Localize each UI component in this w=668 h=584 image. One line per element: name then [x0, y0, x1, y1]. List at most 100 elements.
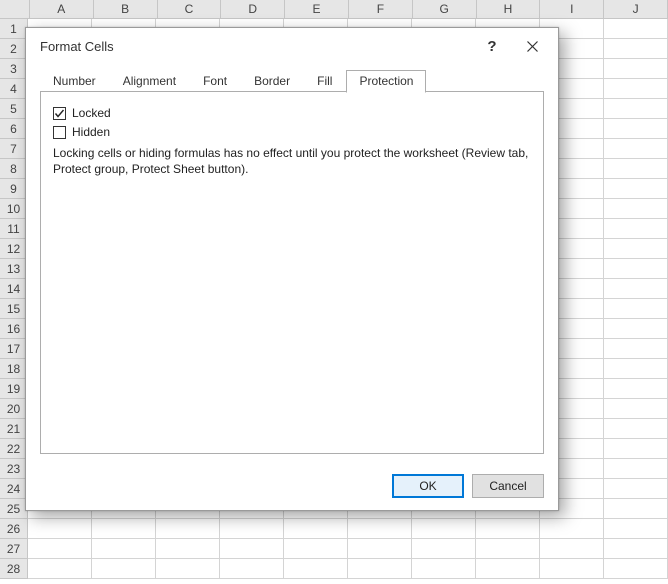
col-header[interactable]: A	[30, 0, 94, 18]
cell[interactable]	[92, 559, 156, 578]
hidden-checkbox[interactable]: Hidden	[53, 125, 531, 139]
col-header[interactable]: G	[413, 0, 477, 18]
cell[interactable]	[220, 559, 284, 578]
row-header[interactable]: 19	[0, 379, 27, 399]
cell[interactable]	[604, 279, 668, 298]
cell[interactable]	[28, 539, 92, 558]
cell[interactable]	[412, 519, 476, 538]
row-header[interactable]: 11	[0, 219, 27, 239]
row-header[interactable]: 14	[0, 279, 27, 299]
row-header[interactable]: 25	[0, 499, 27, 519]
cell[interactable]	[604, 319, 668, 338]
ok-button[interactable]: OK	[392, 474, 464, 498]
cell[interactable]	[92, 539, 156, 558]
cell[interactable]	[604, 99, 668, 118]
cancel-button[interactable]: Cancel	[472, 474, 544, 498]
cell[interactable]	[604, 39, 668, 58]
row-header[interactable]: 12	[0, 239, 27, 259]
row-header[interactable]: 2	[0, 39, 27, 59]
tab-alignment[interactable]: Alignment	[110, 70, 189, 92]
cell[interactable]	[604, 259, 668, 278]
cell[interactable]	[540, 539, 604, 558]
cell[interactable]	[28, 559, 92, 578]
cell[interactable]	[540, 559, 604, 578]
cell[interactable]	[604, 179, 668, 198]
row-header[interactable]: 5	[0, 99, 27, 119]
cell[interactable]	[604, 479, 668, 498]
cell[interactable]	[604, 419, 668, 438]
row-header[interactable]: 9	[0, 179, 27, 199]
cell[interactable]	[604, 59, 668, 78]
row-header[interactable]: 17	[0, 339, 27, 359]
col-header[interactable]: J	[604, 0, 668, 18]
cell[interactable]	[604, 339, 668, 358]
row-header[interactable]: 15	[0, 299, 27, 319]
col-header[interactable]: C	[158, 0, 222, 18]
col-header[interactable]: D	[221, 0, 285, 18]
cell[interactable]	[348, 559, 412, 578]
tab-font[interactable]: Font	[190, 70, 240, 92]
cell[interactable]	[348, 539, 412, 558]
row-header[interactable]: 16	[0, 319, 27, 339]
cell[interactable]	[284, 519, 348, 538]
cell[interactable]	[604, 539, 668, 558]
select-all-corner[interactable]	[0, 0, 30, 18]
row-header[interactable]: 8	[0, 159, 27, 179]
row-header[interactable]: 20	[0, 399, 27, 419]
col-header[interactable]: F	[349, 0, 413, 18]
cell[interactable]	[412, 539, 476, 558]
tab-number[interactable]: Number	[40, 70, 109, 92]
row-header[interactable]: 3	[0, 59, 27, 79]
col-header[interactable]: E	[285, 0, 349, 18]
cell[interactable]	[604, 119, 668, 138]
row-header[interactable]: 21	[0, 419, 27, 439]
close-button[interactable]	[512, 32, 552, 60]
cell[interactable]	[604, 459, 668, 478]
row-header[interactable]: 18	[0, 359, 27, 379]
row-header[interactable]: 6	[0, 119, 27, 139]
cell[interactable]	[92, 519, 156, 538]
cell[interactable]	[604, 219, 668, 238]
cell[interactable]	[604, 79, 668, 98]
row-header[interactable]: 1	[0, 19, 27, 39]
cell[interactable]	[220, 519, 284, 538]
row-header[interactable]: 28	[0, 559, 27, 579]
cell[interactable]	[476, 559, 540, 578]
col-header[interactable]: H	[477, 0, 541, 18]
locked-checkbox[interactable]: Locked	[53, 106, 531, 120]
cell[interactable]	[28, 519, 92, 538]
cell[interactable]	[540, 519, 604, 538]
row-header[interactable]: 7	[0, 139, 27, 159]
row-header[interactable]: 27	[0, 539, 27, 559]
cell[interactable]	[604, 19, 668, 38]
cell[interactable]	[156, 559, 220, 578]
cell[interactable]	[604, 139, 668, 158]
cell[interactable]	[604, 439, 668, 458]
tab-fill[interactable]: Fill	[304, 70, 345, 92]
cell[interactable]	[604, 299, 668, 318]
cell[interactable]	[604, 499, 668, 518]
cell[interactable]	[604, 379, 668, 398]
row-header[interactable]: 22	[0, 439, 27, 459]
row-header[interactable]: 26	[0, 519, 27, 539]
cell[interactable]	[604, 159, 668, 178]
col-header[interactable]: B	[94, 0, 158, 18]
cell[interactable]	[156, 519, 220, 538]
cell[interactable]	[412, 559, 476, 578]
col-header[interactable]: I	[540, 0, 604, 18]
cell[interactable]	[604, 399, 668, 418]
cell[interactable]	[156, 539, 220, 558]
cell[interactable]	[604, 199, 668, 218]
row-header[interactable]: 10	[0, 199, 27, 219]
row-header[interactable]: 13	[0, 259, 27, 279]
cell[interactable]	[284, 559, 348, 578]
cell[interactable]	[348, 519, 412, 538]
help-button[interactable]: ?	[472, 32, 512, 60]
cell[interactable]	[220, 539, 284, 558]
row-header[interactable]: 24	[0, 479, 27, 499]
cell[interactable]	[476, 539, 540, 558]
tab-border[interactable]: Border	[241, 70, 303, 92]
cell[interactable]	[604, 359, 668, 378]
cell[interactable]	[604, 239, 668, 258]
cell[interactable]	[476, 519, 540, 538]
